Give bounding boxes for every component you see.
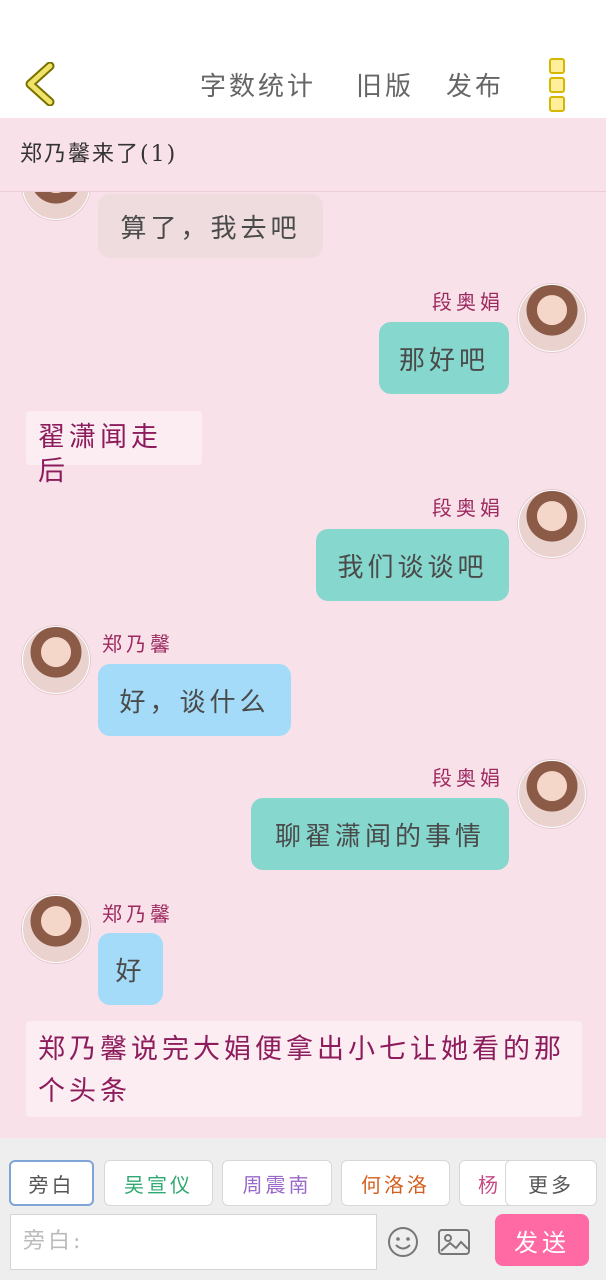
speaker-name: 段奥娟 <box>432 496 504 520</box>
speaker-name: 郑乃馨 <box>102 902 174 926</box>
chat-bubble: 算了，我去吧 <box>98 194 323 258</box>
chat-area[interactable]: 算了，我去吧 段奥娟 那好吧 翟潇闻走后 段奥娟 我们谈谈吧 郑乃馨 好，谈什么… <box>0 192 606 1138</box>
speaker-name: 段奥娟 <box>432 766 504 790</box>
chat-bubble: 我们谈谈吧 <box>316 529 509 601</box>
avatar <box>22 895 90 963</box>
avatar <box>518 760 586 828</box>
word-count-button[interactable]: 字数统计 <box>200 66 316 103</box>
avatar <box>518 284 586 352</box>
avatar <box>22 626 90 694</box>
speaker-name: 郑乃馨 <box>102 632 174 656</box>
input-panel: 旁白 吴宣仪 周震南 何洛洛 杨 更多 旁白: 发送 <box>0 1138 606 1280</box>
role-chip[interactable]: 吴宣仪 <box>104 1160 213 1206</box>
back-arrow-icon[interactable] <box>22 62 62 106</box>
publish-button[interactable]: 发布 <box>446 66 504 103</box>
more-roles-button[interactable]: 更多 <box>505 1160 597 1206</box>
avatar <box>518 490 586 558</box>
role-chip-narrator[interactable]: 旁白 <box>9 1160 94 1206</box>
narration-block: 郑乃馨说完大娟便拿出小七让她看的那个头条 <box>26 1021 582 1117</box>
role-chip-label: 旁白 <box>28 1172 75 1197</box>
avatar <box>22 192 90 220</box>
narration-block: 翟潇闻走后 <box>26 411 202 487</box>
role-chip[interactable]: 周震南 <box>222 1160 332 1206</box>
send-button[interactable]: 发送 <box>495 1214 589 1266</box>
more-vertical-icon[interactable] <box>546 58 570 112</box>
chat-bubble: 那好吧 <box>379 322 509 394</box>
chat-bubble: 聊翟潇闻的事情 <box>251 798 509 870</box>
role-chip-label: 周震南 <box>242 1172 312 1197</box>
join-notice: 郑乃馨来了(1) <box>0 118 606 192</box>
role-chip[interactable]: 何洛洛 <box>341 1160 450 1206</box>
speaker-name: 段奥娟 <box>432 290 504 314</box>
emoji-icon[interactable] <box>387 1226 419 1258</box>
image-icon[interactable] <box>437 1226 471 1258</box>
chat-bubble: 好 <box>98 933 163 1005</box>
role-chip-label: 何洛洛 <box>361 1172 430 1197</box>
message-input[interactable]: 旁白: <box>10 1214 377 1270</box>
role-chip-label: 杨 <box>478 1172 501 1197</box>
chat-bubble: 好，谈什么 <box>98 664 291 736</box>
role-chip-label: 吴宣仪 <box>124 1172 193 1197</box>
old-version-button[interactable]: 旧版 <box>356 66 414 103</box>
top-bar: 字数统计 旧版 发布 <box>0 0 606 118</box>
